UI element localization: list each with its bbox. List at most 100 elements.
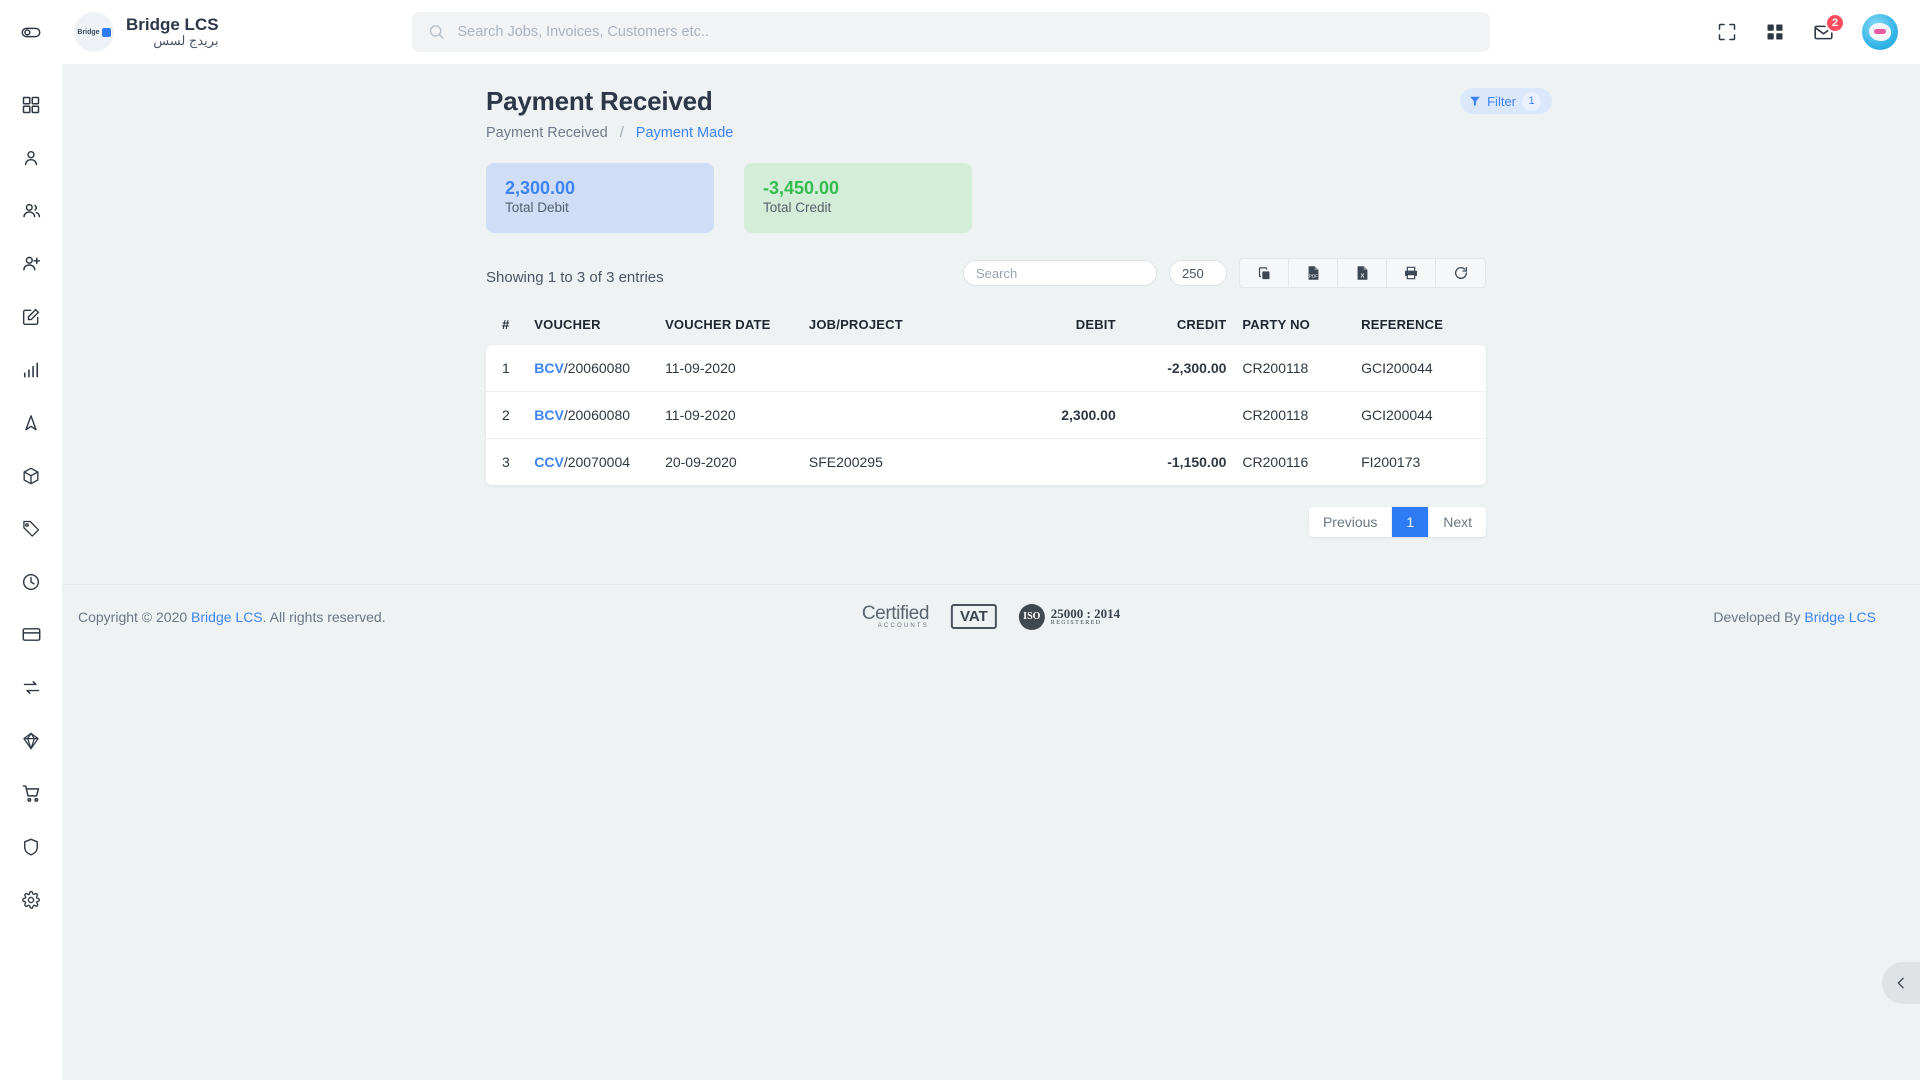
cell-voucher: BCV/20060080 (534, 391, 666, 439)
column-header-debit[interactable]: DEBIT (990, 307, 1116, 345)
table-row[interactable]: 2 BCV/20060080 11-09-2020 2,300.00 CR200… (486, 391, 1486, 439)
pagination-previous[interactable]: Previous (1309, 507, 1393, 537)
developed-by-link[interactable]: Bridge LCS (1804, 609, 1876, 625)
copyright-brand-link[interactable]: Bridge LCS (191, 609, 263, 625)
column-header-index[interactable]: # (486, 307, 534, 345)
sidebar-item-profile[interactable] (0, 131, 62, 184)
apps-grid-icon (1767, 24, 1783, 40)
column-header-credit[interactable]: CREDIT (1116, 307, 1227, 345)
sidebar-item-payments[interactable] (0, 608, 62, 661)
sidebar-item-purchases[interactable] (0, 767, 62, 820)
voucher-number: /20060080 (563, 407, 631, 423)
cell-voucher: BCV/20060080 (534, 345, 666, 392)
refresh-button[interactable] (1436, 259, 1485, 287)
sidebar-item-pricing[interactable] (0, 502, 62, 555)
panel-collapse-button[interactable] (1882, 962, 1920, 1004)
footer-copyright: Copyright © 2020 Bridge LCS. All rights … (78, 609, 386, 625)
cell-debit (990, 345, 1116, 392)
pagination-page-1[interactable]: 1 (1392, 507, 1430, 537)
repeat-icon (23, 681, 39, 694)
cell-party-no: CR200118 (1226, 345, 1346, 392)
total-credit-label: Total Credit (763, 200, 832, 216)
summary-card-total-debit: 2,300.00 Total Debit (486, 163, 714, 233)
copyright-suffix: . All rights reserved. (262, 608, 386, 625)
page-length-input[interactable] (1169, 260, 1227, 286)
credit-card-icon (22, 628, 40, 641)
table-head: # VOUCHER VOUCHER DATE JOB/PROJECT DEBIT… (486, 307, 1486, 345)
refresh-icon (1454, 267, 1467, 279)
breadcrumb-separator: / (619, 125, 624, 141)
cell-credit: -2,300.00 (1115, 345, 1227, 392)
messages-badge: 2 (1825, 12, 1845, 33)
column-header-party-no[interactable]: PARTY NO (1226, 307, 1345, 345)
cell-index: 3 (502, 454, 510, 470)
table-row[interactable]: 3 CCV/20070004 20-09-2020 SFE200295 -1,1… (486, 439, 1486, 486)
search-icon (429, 25, 444, 40)
cell-credit: -1,150.00 (1167, 454, 1227, 470)
column-header-voucher-date[interactable]: VOUCHER DATE (665, 307, 809, 345)
cell-index: 2 (486, 391, 535, 439)
column-header-job-project[interactable]: JOB/PROJECT (809, 307, 990, 345)
sidebar-item-history[interactable] (0, 555, 62, 608)
certified-label: Certified (861, 603, 930, 624)
shield-icon (24, 838, 38, 856)
copy-button[interactable] (1240, 259, 1289, 287)
sidebar (0, 64, 62, 1080)
table-search-input[interactable] (963, 260, 1157, 286)
avatar-image (1869, 23, 1891, 41)
brand-logo: Bridge (74, 12, 114, 52)
sidebar-item-assets[interactable] (0, 714, 62, 767)
sidebar-item-add-user[interactable] (0, 237, 62, 290)
filter-button[interactable]: Filter 1 (1460, 88, 1552, 114)
iso-seal-icon: ISO (1018, 603, 1045, 630)
sidebar-item-dashboard[interactable] (0, 78, 62, 131)
summary-card-total-credit: -3,450.00 Total Credit (744, 163, 972, 233)
messages-button[interactable]: 2 (1813, 12, 1845, 43)
fullscreen-button[interactable] (1717, 22, 1737, 42)
cell-reference: GCI200044 (1345, 391, 1486, 439)
breadcrumb-link-payment-made[interactable]: Payment Made (636, 125, 734, 141)
user-icon (24, 150, 38, 165)
sidebar-item-quotations[interactable] (0, 290, 62, 343)
voucher-code-link[interactable]: CCV (534, 454, 564, 470)
sidebar-toggle-button[interactable] (0, 0, 62, 64)
certified-accounts-badge: Certified ACCOUNTS (861, 603, 930, 629)
column-header-voucher[interactable]: VOUCHER (534, 307, 665, 345)
excel-button[interactable]: X (1338, 259, 1387, 287)
cell-reference: GCI200044 (1345, 345, 1486, 392)
footer-badges: Certified ACCOUNTS VAT ISO 25000 : 2014 … (861, 603, 1120, 630)
brand-title: Bridge LCS (126, 14, 219, 34)
column-header-reference[interactable]: REFERENCE (1345, 307, 1486, 345)
avatar[interactable] (1862, 14, 1898, 50)
voucher-code-link[interactable]: BCV (534, 360, 564, 376)
summary-cards: 2,300.00 Total Debit -3,450.00 Total Cre… (486, 163, 1920, 233)
sidebar-item-reports[interactable] (0, 343, 62, 396)
print-button[interactable] (1387, 259, 1436, 287)
clock-icon (22, 573, 40, 590)
pdf-button[interactable]: PDF (1289, 259, 1338, 287)
sidebar-item-security[interactable] (0, 820, 62, 873)
search-input[interactable] (457, 24, 1474, 40)
brand[interactable]: Bridge Bridge LCS بريدج لسس (62, 12, 219, 52)
pagination-next[interactable]: Next (1429, 507, 1486, 537)
apps-button[interactable] (1765, 22, 1785, 42)
sidebar-item-transfers[interactable] (0, 661, 62, 714)
sidebar-item-tracking[interactable] (0, 396, 62, 449)
cell-voucher-date: 20-09-2020 (665, 454, 737, 470)
top-bar: Bridge Bridge LCS بريدج لسس Search Jobs,… (0, 0, 1920, 64)
cell-job-project (808, 345, 990, 392)
voucher-code-link[interactable]: BCV (534, 407, 564, 423)
table-header-row: # VOUCHER VOUCHER DATE JOB/PROJECT DEBIT… (486, 307, 1486, 345)
table-row[interactable]: 1 BCV/20060080 11-09-2020 -2,300.00 CR20… (486, 345, 1486, 392)
cell-party-no: CR200116 (1242, 454, 1309, 470)
shopping-cart-icon (22, 785, 39, 802)
global-search[interactable] (412, 12, 1490, 52)
sidebar-item-packages[interactable] (0, 449, 62, 502)
sidebar-item-customers[interactable] (0, 184, 62, 237)
chevron-left-icon (1897, 977, 1904, 989)
sidebar-item-settings[interactable] (0, 873, 62, 926)
sidebar-toggle-icon (21, 27, 41, 38)
svg-text:PDF: PDF (1308, 274, 1317, 279)
copyright-prefix: Copyright © 2020 (78, 608, 188, 625)
cell-voucher-date: 11-09-2020 (665, 391, 809, 439)
